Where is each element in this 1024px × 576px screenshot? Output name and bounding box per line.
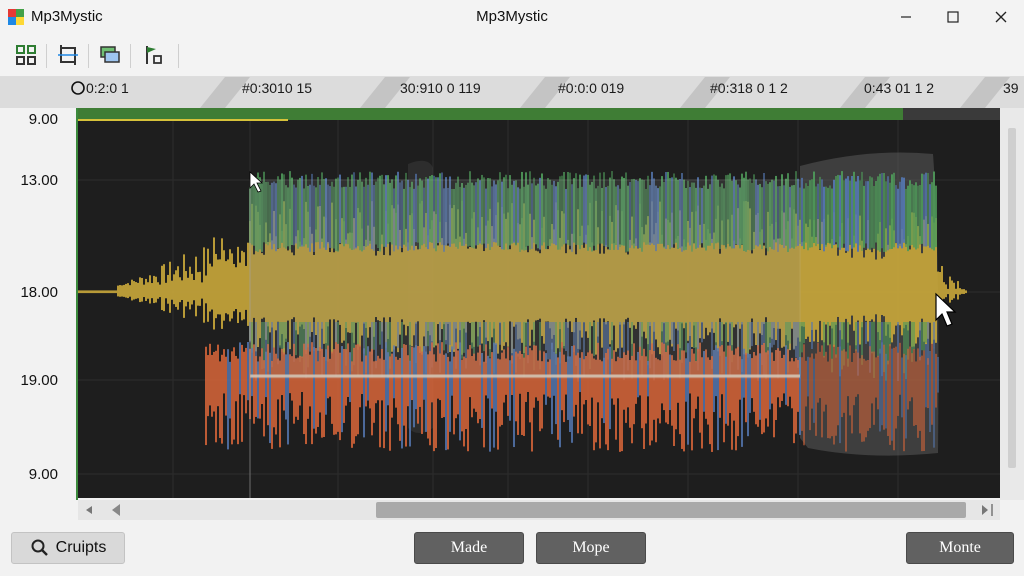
timeline-label: 30:910 0 119 xyxy=(400,80,481,96)
grid-tool-icon xyxy=(16,45,36,65)
timeline-label: #0:0:0 019 xyxy=(558,80,625,96)
waveform-area[interactable] xyxy=(78,108,1000,498)
scroll-left-fast-icon[interactable] xyxy=(106,500,136,520)
grid-tool-button[interactable] xyxy=(10,40,42,70)
title-bar: Mp3Mystic Mp3Mystic xyxy=(0,0,1024,34)
toolbar-separator xyxy=(130,44,131,68)
timeline-label: #0:3010 15 xyxy=(242,80,313,96)
monte-button[interactable]: Monte xyxy=(906,532,1014,564)
minimize-button[interactable] xyxy=(883,0,929,34)
vscroll-track xyxy=(1008,128,1016,468)
axis-ticks xyxy=(76,108,78,500)
close-button[interactable] xyxy=(978,0,1024,34)
timeline-label: 0:43 01 1 2 xyxy=(864,80,935,96)
toolbar-separator xyxy=(178,44,179,68)
timeline-label: #0:318 0 1 2 xyxy=(710,80,788,96)
mope-button-label: Mope xyxy=(572,539,610,556)
scroll-thumb[interactable] xyxy=(376,502,966,518)
y-axis-label: 19.00 xyxy=(20,372,58,389)
amplitude-axis: 9.00 13.00 18.00 19.00 9.00 xyxy=(0,108,78,500)
horizontal-scrollbar[interactable] xyxy=(78,500,1000,520)
scroll-right-icon[interactable] xyxy=(970,500,1000,520)
y-axis-label: 9.00 xyxy=(28,111,58,128)
toolbar-separator xyxy=(88,44,89,68)
layers-tool-icon xyxy=(100,46,120,63)
bottom-bar: Cruipts Made Mope Monte xyxy=(0,522,1024,576)
waveform-canvas[interactable] xyxy=(78,108,1000,498)
y-axis-label: 18.00 xyxy=(20,284,58,301)
flag-tool-icon xyxy=(146,46,162,64)
search-icon xyxy=(31,539,48,556)
window-title: Mp3Mystic xyxy=(476,8,548,25)
scroll-left-icon[interactable] xyxy=(78,500,108,520)
search-button[interactable]: Cruipts xyxy=(11,532,125,564)
toolbar-separator xyxy=(46,44,47,68)
made-button[interactable]: Made xyxy=(414,532,524,564)
vertical-scrollbar[interactable] xyxy=(1000,108,1024,500)
timeline-label: 39 xyxy=(1003,80,1019,96)
y-axis-label: 13.00 xyxy=(20,172,58,189)
crop-tool-button[interactable] xyxy=(52,40,84,70)
close-icon xyxy=(995,11,1007,23)
progress-fill xyxy=(78,108,903,120)
y-axis-label: 9.00 xyxy=(28,466,58,483)
minimize-icon xyxy=(901,16,911,18)
selection-region xyxy=(249,179,801,379)
maximize-icon xyxy=(947,11,959,23)
search-button-label: Cruipts xyxy=(55,539,107,556)
crop-tool-icon xyxy=(58,45,78,65)
toolbar xyxy=(0,34,1024,77)
layers-tool-button[interactable] xyxy=(94,40,126,70)
mope-button[interactable]: Mope xyxy=(536,532,646,564)
maximize-button[interactable] xyxy=(930,0,976,34)
timeline-label: 0:2:0 1 xyxy=(86,80,129,96)
timeline-ruler[interactable]: 0:2:0 1 #0:3010 15 30:910 0 119 #0:0:0 0… xyxy=(0,77,1024,108)
flag-tool-button[interactable] xyxy=(137,40,169,70)
made-button-label: Made xyxy=(450,539,488,556)
monte-button-label: Monte xyxy=(939,539,981,556)
